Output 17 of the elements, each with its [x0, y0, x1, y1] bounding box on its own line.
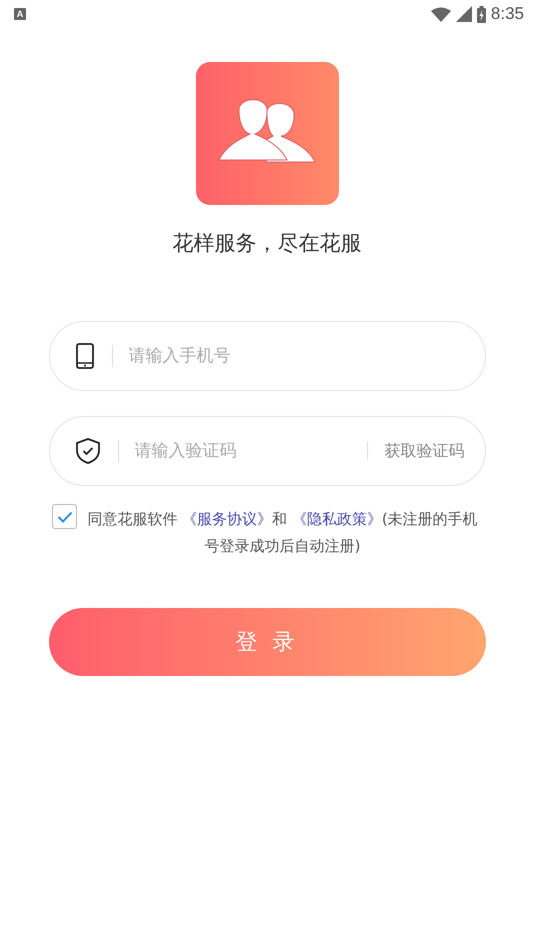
- wifi-icon: [430, 6, 451, 22]
- shield-check-icon: [76, 438, 100, 464]
- policy-link[interactable]: 《隐私政策》: [292, 510, 382, 528]
- clock-time: 8:35: [490, 4, 524, 24]
- phone-input-field[interactable]: 请输入手机号: [126, 345, 464, 367]
- get-code-button[interactable]: 获取验证码: [384, 440, 464, 462]
- agreement-text: 同意花服软件 《服务协议》和 《隐私政策》(未注册的手机号登录成功后自动注册): [86, 509, 479, 557]
- checkmark-icon: [56, 510, 72, 522]
- notification-icon: A: [14, 8, 26, 20]
- agreement-checkbox[interactable]: [52, 504, 77, 529]
- app-slogan: 花样服务，尽在花服: [172, 230, 362, 257]
- battery-icon: [476, 6, 486, 22]
- code-input-field[interactable]: 请输入验证码: [132, 440, 366, 462]
- phone-icon: [76, 343, 94, 369]
- signal-icon: [456, 6, 472, 22]
- app-logo-icon: [196, 62, 338, 205]
- policy-link[interactable]: 《服务协议》: [182, 510, 272, 528]
